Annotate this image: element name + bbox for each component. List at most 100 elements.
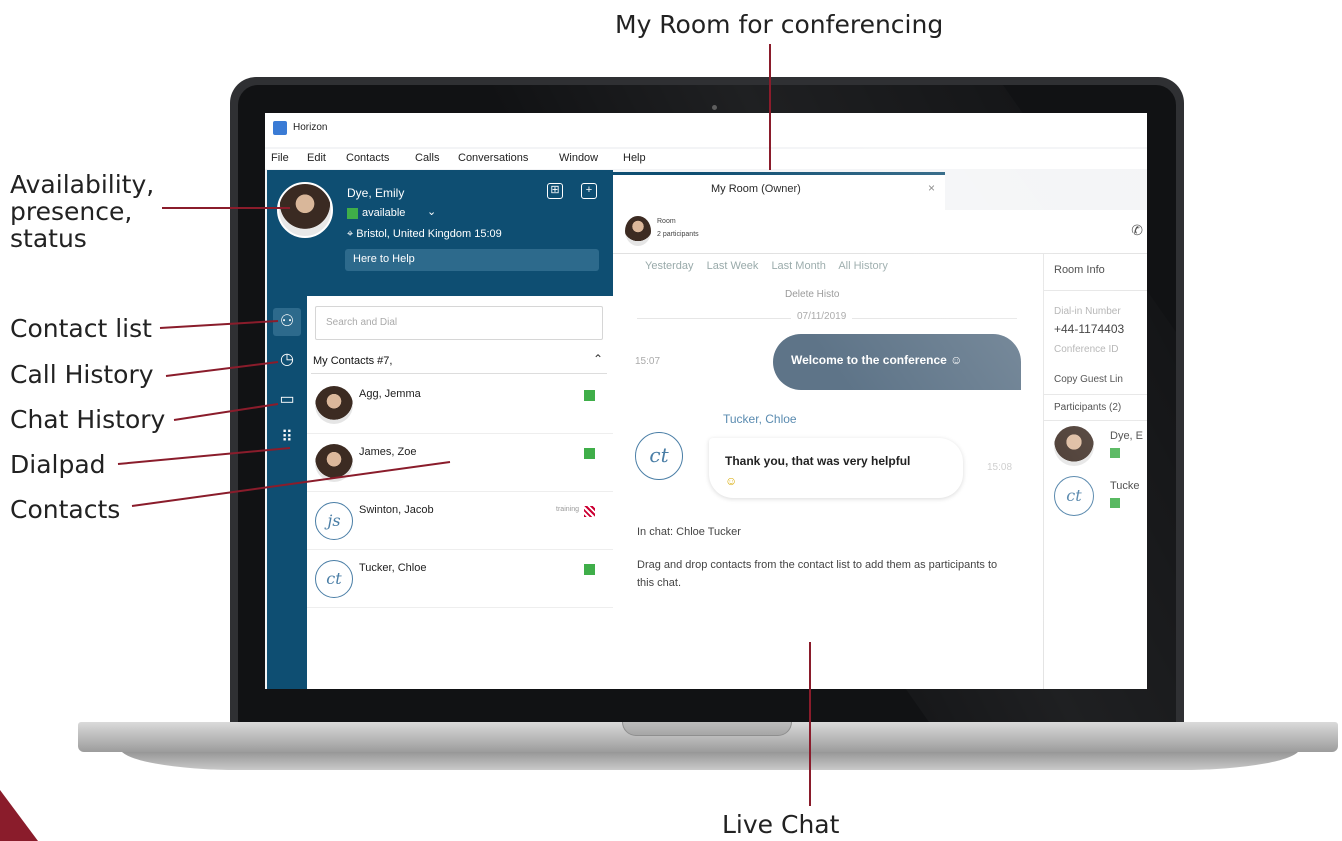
divider — [1044, 394, 1147, 395]
participant-name: Tucke — [1110, 480, 1140, 492]
user-avatar[interactable] — [277, 182, 333, 238]
status-message-text: Here to Help — [353, 253, 415, 265]
contact-name: James, Zoe — [359, 446, 417, 458]
app-screen: Horizon File Edit Contacts Calls Convers… — [265, 113, 1147, 689]
user-location: ⌖ Bristol, United Kingdom 15:09 — [347, 228, 502, 240]
contact-status-text: training — [556, 506, 579, 513]
callout-contacts: Contacts — [10, 495, 121, 524]
dial-in-number: +44-1174403 — [1054, 322, 1125, 336]
room-info-title: Room Info — [1054, 264, 1105, 276]
room-header: Room 2 participants ✆ — [613, 210, 1147, 254]
menu-window[interactable]: Window — [559, 152, 598, 164]
smiley-icon: ☺ — [725, 474, 738, 488]
presence-indicator — [584, 564, 595, 575]
callout-availability-3: status — [10, 224, 87, 253]
filter-all-history[interactable]: All History — [838, 260, 888, 272]
tab-bar: My Room (Owner) × — [613, 170, 1147, 210]
contact-list-icon[interactable]: ⚇ — [273, 308, 301, 336]
system-message: In chat: Chloe Tucker — [637, 526, 741, 538]
horizon-logo-icon — [273, 121, 287, 135]
history-filters: Yesterday Last Week Last Month All Histo… — [645, 260, 898, 272]
presence-indicator — [584, 390, 595, 401]
presence-indicator — [584, 448, 595, 459]
callout-contact-list: Contact list — [10, 314, 152, 343]
app-title: Horizon — [293, 122, 328, 133]
incoming-message: Thank you, that was very helpful ☺ — [709, 438, 963, 498]
chevron-up-icon[interactable]: ⌃ — [593, 352, 603, 366]
title-bar: Horizon — [265, 113, 1147, 147]
presence-indicator — [347, 208, 358, 219]
conference-id-label: Conference ID — [1054, 344, 1119, 355]
contact-name: Agg, Jemma — [359, 388, 421, 400]
presence-status[interactable]: available — [362, 207, 405, 219]
dialpad-icon[interactable]: ⠿ — [273, 424, 301, 452]
contact-group-header[interactable]: My Contacts #7, ⌃ — [311, 352, 607, 374]
chat-history-icon[interactable]: ▭ — [273, 386, 301, 414]
callout-chat-history: Chat History — [10, 405, 166, 434]
menu-edit[interactable]: Edit — [307, 152, 326, 164]
contact-row[interactable]: js Swinton, Jacob training — [307, 492, 613, 550]
callout-live-chat: Live Chat — [722, 810, 840, 839]
contact-avatar: js — [315, 502, 353, 540]
close-icon[interactable]: × — [928, 181, 935, 195]
contact-avatar: ct — [315, 560, 353, 598]
search-input[interactable]: Search and Dial — [315, 306, 603, 340]
menu-file[interactable]: File — [271, 152, 289, 164]
corner-accent-triangle — [0, 790, 38, 841]
outgoing-message-text: Welcome to the conference ☺ — [791, 353, 963, 367]
live-chat-panel: Yesterday Last Week Last Month All Histo… — [613, 254, 1043, 689]
participant-avatar — [1054, 426, 1094, 466]
room-info-panel: Room Info Dial-in Number +44-1174403 Con… — [1043, 254, 1147, 689]
participant-name: Dye, E — [1110, 430, 1144, 442]
tab-title: My Room (Owner) — [711, 183, 801, 195]
contact-avatar — [315, 386, 353, 424]
status-message-field[interactable]: Here to Help — [345, 249, 599, 271]
room-avatar — [625, 216, 651, 246]
filter-last-week[interactable]: Last Week — [707, 260, 759, 272]
callout-call-history: Call History — [10, 360, 154, 389]
tab-my-room[interactable]: My Room (Owner) × — [613, 172, 945, 210]
menu-calls[interactable]: Calls — [415, 152, 439, 164]
laptop-notch — [622, 722, 792, 736]
participants-title: Participants (2) — [1054, 402, 1122, 413]
divider — [1044, 420, 1147, 421]
delete-history-link[interactable]: Delete Histo — [785, 289, 839, 300]
presence-indicator — [1110, 498, 1120, 508]
contact-group-title: My Contacts #7, — [313, 355, 393, 367]
menu-conversations[interactable]: Conversations — [458, 152, 528, 164]
nav-rail: ⚇ ◷ ▭ ⠿ — [267, 296, 307, 689]
outgoing-message: Welcome to the conference ☺ — [773, 334, 1021, 390]
dial-in-label: Dial-in Number — [1054, 306, 1121, 317]
filter-yesterday[interactable]: Yesterday — [645, 260, 694, 272]
filter-last-month[interactable]: Last Month — [771, 260, 825, 272]
call-history-icon[interactable]: ◷ — [273, 346, 301, 374]
date-label: 07/11/2019 — [791, 311, 853, 322]
contact-avatar — [315, 444, 353, 482]
system-message: Drag and drop contacts from the contact … — [637, 559, 998, 589]
contact-row[interactable]: ct Tucker, Chloe — [307, 550, 613, 608]
message-time: 15:08 — [987, 462, 1013, 473]
chevron-down-icon[interactable]: ⌄ — [427, 205, 436, 218]
add-icon[interactable]: + — [581, 183, 597, 199]
presence-indicator — [584, 506, 595, 517]
profile-header: Dye, Emily available ⌄ ⌖ Bristol, United… — [267, 170, 613, 296]
contact-name: Tucker, Chloe — [359, 562, 427, 574]
divider — [1044, 290, 1147, 291]
search-placeholder: Search and Dial — [326, 317, 398, 328]
contact-row[interactable]: James, Zoe — [307, 434, 613, 492]
contact-name: Swinton, Jacob — [359, 504, 434, 516]
menu-contacts[interactable]: Contacts — [346, 152, 389, 164]
room-participants: 2 participants — [657, 231, 699, 238]
copy-guest-link[interactable]: Copy Guest Lin — [1054, 374, 1123, 385]
phone-icon[interactable]: ✆ — [1131, 222, 1143, 239]
message-sender: Tucker, Chloe — [723, 412, 797, 426]
contact-row[interactable]: Agg, Jemma — [307, 376, 613, 434]
user-name: Dye, Emily — [347, 186, 405, 200]
room-label: Room — [657, 218, 676, 225]
menu-help[interactable]: Help — [623, 152, 646, 164]
callout-availability-2: presence, — [10, 197, 133, 226]
presence-indicator — [1110, 448, 1120, 458]
message-time: 15:07 — [635, 356, 661, 367]
meeting-icon[interactable]: ⊞ — [547, 183, 563, 199]
sender-avatar: ct — [635, 432, 683, 480]
